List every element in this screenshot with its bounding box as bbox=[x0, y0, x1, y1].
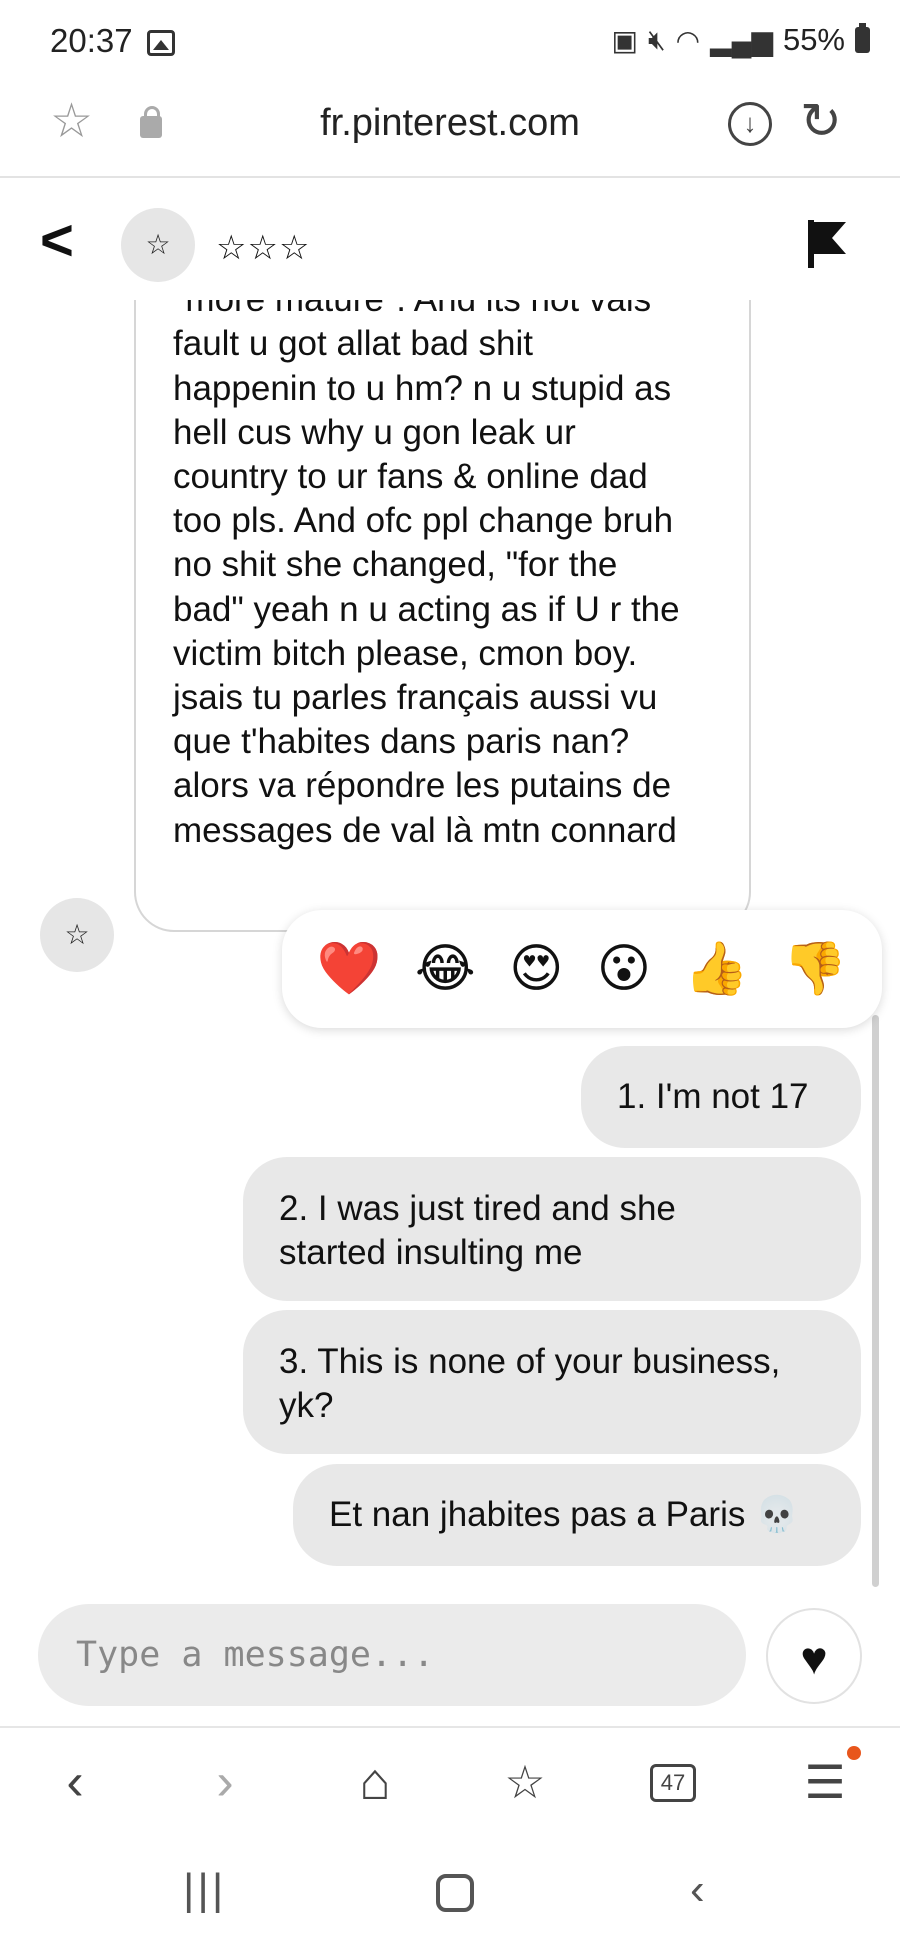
status-bar: 20:37 ▣ 🔇︎ ◠ ▂▄▆ 55% bbox=[0, 0, 900, 80]
sent-message[interactable]: Et nan jhabites pas a Paris 💀 bbox=[293, 1464, 861, 1566]
system-back-icon[interactable]: ‹ bbox=[690, 1868, 705, 1912]
chat-header: < ☆ ☆☆☆ bbox=[0, 180, 900, 300]
notification-dot bbox=[847, 1746, 861, 1760]
system-home-icon[interactable] bbox=[436, 1874, 474, 1912]
back-arrow-icon[interactable]: < bbox=[40, 212, 74, 270]
sent-message[interactable]: 3. This is none of your business, yk? bbox=[243, 1310, 861, 1454]
message-input[interactable] bbox=[38, 1604, 746, 1706]
recent-apps-icon[interactable]: ||| bbox=[183, 1868, 226, 1912]
sender-avatar[interactable]: ☆ bbox=[40, 898, 114, 972]
reaction-heart-eyes[interactable]: 😍 bbox=[509, 943, 563, 995]
home-icon[interactable]: ⌂ bbox=[345, 1752, 405, 1812]
contact-name[interactable]: ☆☆☆ bbox=[216, 228, 310, 268]
reaction-heart[interactable]: ❤️ bbox=[317, 943, 382, 995]
heart-send-button[interactable]: ♥ bbox=[766, 1608, 862, 1704]
reaction-surprised[interactable]: 😮 bbox=[597, 943, 651, 995]
browser-back-icon[interactable]: ‹ bbox=[50, 1752, 100, 1812]
battery-saver-icon: ▣ bbox=[611, 24, 638, 56]
status-icons: ▣ 🔇︎ ◠ ▂▄▆ 55% bbox=[611, 22, 870, 58]
reaction-thumbs-up[interactable]: 👍 bbox=[684, 943, 749, 995]
reaction-thumbs-down[interactable]: 👎 bbox=[783, 943, 848, 995]
sent-message[interactable]: 1. I'm not 17 bbox=[581, 1046, 861, 1148]
received-message-bubble[interactable]: with a 15 y/o, talkin bout being "more m… bbox=[134, 240, 751, 932]
status-time: 20:37 bbox=[50, 22, 133, 59]
battery-icon bbox=[855, 23, 870, 53]
signal-icon: ▂▄▆ bbox=[710, 24, 773, 56]
reaction-picker: ❤️ 😂 😍 😮 👍 👎 bbox=[282, 910, 882, 1028]
download-icon[interactable]: ↓ bbox=[728, 102, 772, 146]
gallery-notification-icon bbox=[147, 30, 175, 56]
received-message-text: with a 15 y/o, talkin bout being "more m… bbox=[173, 240, 680, 850]
wifi-icon: ◠ bbox=[675, 24, 701, 56]
scrollbar[interactable] bbox=[872, 1015, 879, 1587]
bookmarks-icon[interactable]: ☆ bbox=[495, 1752, 555, 1812]
system-nav-bar: ||| ‹ bbox=[0, 1840, 900, 1950]
browser-bottom-nav: ‹ › ⌂ ☆ 47 ☰ bbox=[0, 1726, 900, 1836]
contact-avatar[interactable]: ☆ bbox=[121, 208, 195, 282]
reload-icon[interactable]: ↻ bbox=[800, 96, 842, 146]
sent-message[interactable]: 2. I was just tired and she started insu… bbox=[243, 1157, 861, 1301]
tabs-button[interactable]: 47 bbox=[650, 1764, 696, 1802]
browser-forward-icon[interactable]: › bbox=[200, 1752, 250, 1812]
browser-address-bar: ☆ fr.pinterest.com ↓ ↻ bbox=[0, 80, 900, 178]
mute-icon: 🔇︎ bbox=[647, 23, 666, 55]
reaction-laugh[interactable]: 😂 bbox=[415, 943, 476, 995]
battery-percent: 55% bbox=[782, 22, 845, 57]
menu-icon[interactable]: ☰ bbox=[800, 1752, 850, 1812]
report-flag-icon[interactable] bbox=[808, 220, 846, 268]
